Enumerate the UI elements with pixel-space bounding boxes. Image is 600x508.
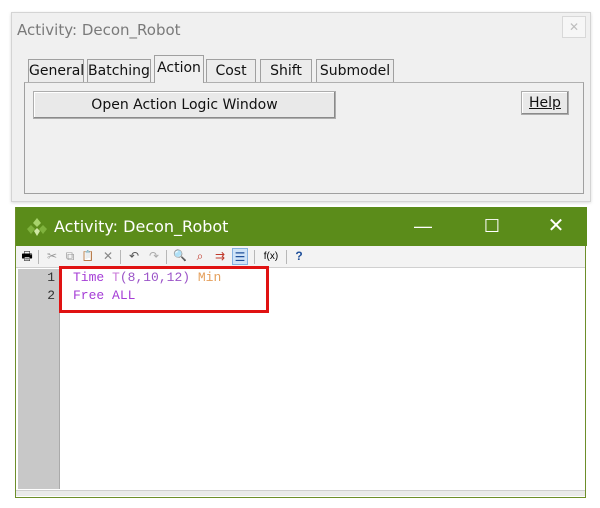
minimize-icon[interactable]: — bbox=[400, 207, 446, 246]
keyword-free: Free bbox=[73, 288, 105, 303]
keyword-time: Time bbox=[73, 270, 105, 285]
code-line: Time T(8,10,12) Min bbox=[73, 269, 221, 287]
paste-icon[interactable]: 📋 bbox=[80, 248, 96, 265]
find-icon[interactable]: 🔍 bbox=[172, 248, 188, 265]
code-editor[interactable]: Time T(8,10,12) Min Free ALL bbox=[73, 269, 221, 305]
unit-min: Min bbox=[197, 270, 222, 285]
action-tab-panel: Open Action Logic Window Help bbox=[24, 82, 584, 194]
free-argument: ALL bbox=[112, 288, 136, 303]
toolbar-separator bbox=[166, 250, 167, 264]
tab-strip: General Batching Action Cost Shift Submo… bbox=[24, 55, 444, 83]
toolbar-separator bbox=[286, 250, 287, 264]
code-line: Free ALL bbox=[73, 287, 221, 305]
line-number: 2 bbox=[47, 288, 55, 303]
open-action-logic-button[interactable]: Open Action Logic Window bbox=[33, 91, 336, 119]
print-icon[interactable]: 🖶 bbox=[19, 248, 35, 265]
dialog-close-icon[interactable]: ✕ bbox=[562, 16, 586, 38]
undo-icon[interactable]: ↶ bbox=[126, 248, 142, 265]
redo-icon[interactable]: ↷ bbox=[146, 248, 162, 265]
close-icon[interactable]: ✕ bbox=[533, 207, 579, 246]
toolbar-separator bbox=[254, 250, 255, 264]
horizontal-scrollbar[interactable] bbox=[16, 490, 585, 496]
tab-action[interactable]: Action bbox=[154, 55, 204, 83]
function-t: T bbox=[112, 270, 120, 285]
maximize-icon[interactable]: ☐ bbox=[469, 207, 515, 246]
tab-cost[interactable]: Cost bbox=[206, 59, 256, 82]
format-icon[interactable]: ☰ bbox=[232, 248, 248, 265]
help-button[interactable]: Help bbox=[521, 91, 569, 115]
goto-icon[interactable]: ⇉ bbox=[212, 248, 228, 265]
tab-batching[interactable]: Batching bbox=[87, 59, 151, 82]
function-icon[interactable]: f(x) bbox=[260, 248, 282, 265]
function-args: (8,10,12) bbox=[119, 270, 191, 285]
editor-titlebar: Activity: Decon_Robot — ☐ ✕ bbox=[16, 207, 587, 246]
toolbar-separator bbox=[120, 250, 121, 264]
activity-dialog: Activity: Decon_Robot ✕ General Batching… bbox=[11, 12, 591, 202]
action-logic-window: Activity: Decon_Robot — ☐ ✕ 🖶 ✂ ⧉ 📋 ✕ ↶ … bbox=[15, 207, 587, 498]
help-icon[interactable]: ? bbox=[291, 248, 307, 265]
editor-title: Activity: Decon_Robot bbox=[54, 217, 229, 236]
tab-submodel[interactable]: Submodel bbox=[316, 59, 394, 82]
tab-shift[interactable]: Shift bbox=[260, 59, 312, 82]
toolbar-separator bbox=[38, 250, 39, 264]
line-number-gutter: 1 2 bbox=[18, 269, 60, 489]
find-replace-icon[interactable]: ⌕ bbox=[192, 248, 208, 265]
copy-icon[interactable]: ⧉ bbox=[62, 248, 78, 265]
editor-toolbar: 🖶 ✂ ⧉ 📋 ✕ ↶ ↷ 🔍 ⌕ ⇉ ☰ f(x) ? bbox=[16, 246, 585, 268]
dialog-title: Activity: Decon_Robot bbox=[17, 21, 181, 39]
line-number: 1 bbox=[47, 270, 55, 285]
cut-icon[interactable]: ✂ bbox=[44, 248, 60, 265]
tab-general[interactable]: General bbox=[28, 59, 84, 82]
app-icon bbox=[27, 217, 47, 237]
delete-icon[interactable]: ✕ bbox=[100, 248, 116, 265]
